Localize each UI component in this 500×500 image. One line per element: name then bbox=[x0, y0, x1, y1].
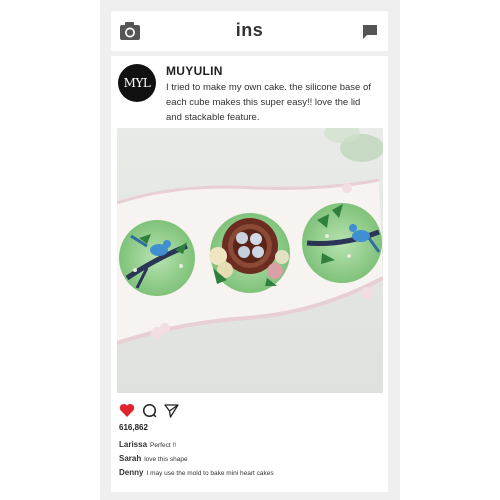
cupcake-photo-illustration bbox=[117, 128, 383, 393]
comment-item: Larissa Perfect !! bbox=[119, 440, 176, 449]
comment-icon[interactable] bbox=[142, 403, 157, 418]
post-card: MYL MUYULIN I tried to make my own cake.… bbox=[111, 56, 388, 492]
comment-user[interactable]: Larissa bbox=[119, 440, 147, 449]
comment-text: Perfect !! bbox=[150, 442, 177, 449]
comment-text: love this shape bbox=[144, 456, 188, 463]
post-username[interactable]: MUYULIN bbox=[166, 64, 223, 78]
phone-screen: ins MYL MUYULIN I tried to make my own c… bbox=[100, 0, 400, 500]
app-title: ins bbox=[235, 20, 264, 40]
avatar[interactable]: MYL bbox=[118, 64, 156, 102]
comment-text: I may use the mold to bake mini heart ca… bbox=[146, 470, 274, 477]
post-caption: I tried to make my own cake. the silicon… bbox=[166, 82, 371, 123]
message-icon[interactable] bbox=[362, 24, 378, 40]
share-icon[interactable] bbox=[164, 403, 179, 418]
heart-icon[interactable] bbox=[119, 403, 135, 418]
comment-item: Denny I may use the mold to bake mini hea… bbox=[119, 468, 274, 477]
avatar-text: MYL bbox=[123, 76, 151, 90]
likes-count[interactable]: 616,862 bbox=[119, 423, 148, 432]
comment-user[interactable]: Sarah bbox=[119, 454, 141, 463]
comment-item: Sarah love this shape bbox=[119, 454, 188, 463]
post-photo[interactable] bbox=[117, 128, 383, 393]
top-bar: ins bbox=[111, 11, 388, 51]
comment-user[interactable]: Denny bbox=[119, 468, 143, 477]
